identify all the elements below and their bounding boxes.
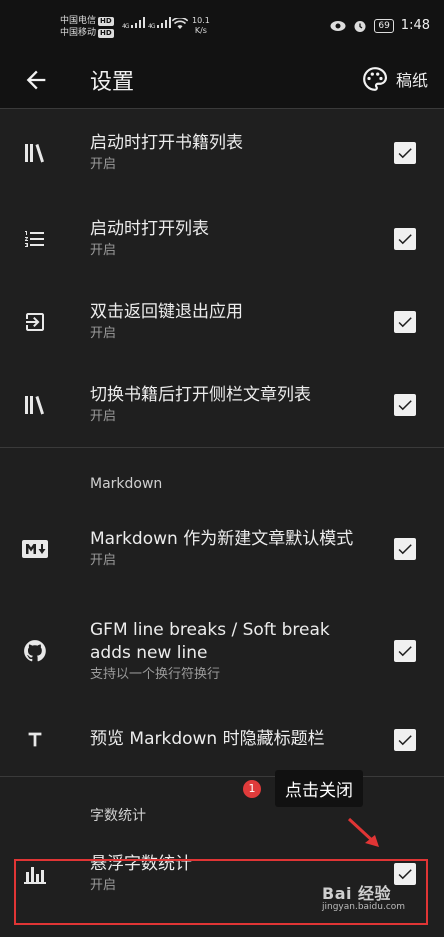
setting-subtitle: 开启 [90, 552, 117, 568]
section-title: Markdown [90, 476, 163, 492]
settings-list: 启动时打开书籍列表 开启 启动时打开列表 开启 双击返回键退出应用 开启 切换书… [0, 108, 444, 909]
format-list-numbered-icon [20, 224, 50, 254]
annotation-arrow-icon [347, 817, 379, 847]
hd-badge: HD [98, 16, 114, 26]
setting-gfm-line-breaks[interactable]: GFM line breaks / Soft break adds new li… [0, 599, 444, 703]
checkbox-checked[interactable] [394, 537, 416, 560]
app-bar: 设置 稿纸 [0, 52, 444, 108]
setting-subtitle: 开启 [90, 409, 117, 424]
check-icon [398, 646, 412, 657]
section-title: 字数统计 [90, 808, 146, 824]
page-title: 设置 [90, 70, 135, 95]
carrier1-label: 中国电信 [60, 16, 97, 26]
check-icon [398, 148, 412, 159]
check-icon [398, 734, 412, 745]
tooltip-text: 点击关闭 [275, 770, 363, 807]
setting-subtitle: 支持以一个换行符换行 [90, 666, 221, 682]
hd-badge: HD [98, 28, 114, 38]
carrier-info: 中国电信 HD 中国移动 HD [60, 15, 114, 39]
setting-title: 启动时打开列表 [90, 218, 209, 239]
checkbox-checked[interactable] [394, 227, 416, 250]
markdown-icon [20, 534, 50, 564]
checkbox-checked[interactable] [394, 142, 416, 164]
alarm-icon [354, 20, 366, 32]
palette-icon [363, 67, 388, 91]
net-type: 4G [148, 23, 156, 30]
net-type: 4G [122, 23, 130, 30]
checkbox-checked[interactable] [394, 310, 416, 333]
signal-icon: 4G [148, 17, 173, 31]
step-badge: 1 [243, 779, 261, 798]
library-books-icon [20, 138, 50, 168]
speed-unit: K/s [194, 26, 207, 35]
exit-to-app-icon [20, 307, 50, 337]
setting-open-book-list[interactable]: 启动时打开书籍列表 开启 [0, 109, 444, 197]
checkbox-checked[interactable] [394, 728, 416, 751]
wifi-icon [172, 18, 188, 29]
setting-open-list[interactable]: 启动时打开列表 开启 [0, 197, 444, 280]
battery-indicator: 69 [374, 18, 394, 33]
eye-icon [330, 20, 346, 31]
checkbox-checked[interactable] [394, 640, 416, 662]
setting-markdown-default[interactable]: Markdown 作为新建文章默认模式 开启 [0, 498, 444, 599]
setting-subtitle: 开启 [90, 325, 117, 341]
check-icon [398, 400, 412, 411]
github-icon [20, 636, 50, 666]
back-arrow-icon[interactable] [22, 66, 50, 94]
baidu-watermark: Bai 经验 jingyan.baidu.com [322, 880, 405, 912]
signal-icon: 4G [122, 17, 147, 31]
status-bar: 中国电信 HD 中国移动 HD 4G 4G 10.1 K/s 69 1:48 [0, 0, 444, 52]
speed-value: 10.1 [192, 16, 210, 25]
setting-title: GFM line breaks / Soft break adds new li… [90, 619, 330, 663]
library-books-icon [20, 390, 50, 420]
check-icon [398, 543, 412, 554]
check-icon [398, 233, 412, 244]
watermark-sub: jingyan.baidu.com [322, 902, 406, 912]
setting-sidebar-article-list[interactable]: 切换书籍后打开侧栏文章列表 开启 [0, 363, 444, 447]
setting-title: 切换书籍后打开侧栏文章列表 [90, 385, 311, 405]
setting-subtitle: 开启 [90, 242, 117, 258]
check-icon [398, 316, 412, 327]
theme-button[interactable]: 稿纸 [362, 66, 428, 92]
setting-double-back-exit[interactable]: 双击返回键退出应用 开启 [0, 280, 444, 363]
carrier2-label: 中国移动 [60, 28, 97, 38]
theme-label: 稿纸 [395, 71, 428, 90]
setting-title: 预览 Markdown 时隐藏标题栏 [90, 729, 325, 749]
checkbox-checked[interactable] [394, 394, 416, 416]
net-speed: 10.1 K/s [192, 16, 210, 36]
setting-subtitle: 开启 [90, 157, 117, 172]
section-header-markdown: Markdown [0, 448, 444, 498]
watermark-main: Bai 经验 [322, 884, 392, 903]
format-title-icon [20, 725, 50, 755]
setting-hide-preview-title[interactable]: 预览 Markdown 时隐藏标题栏 [0, 703, 444, 776]
annotation-tooltip: 1 点击关闭 [243, 770, 363, 807]
clock: 1:48 [400, 18, 430, 33]
setting-title: 双击返回键退出应用 [90, 301, 243, 322]
setting-title: Markdown 作为新建文章默认模式 [90, 528, 354, 549]
setting-title: 启动时打开书籍列表 [90, 133, 243, 153]
